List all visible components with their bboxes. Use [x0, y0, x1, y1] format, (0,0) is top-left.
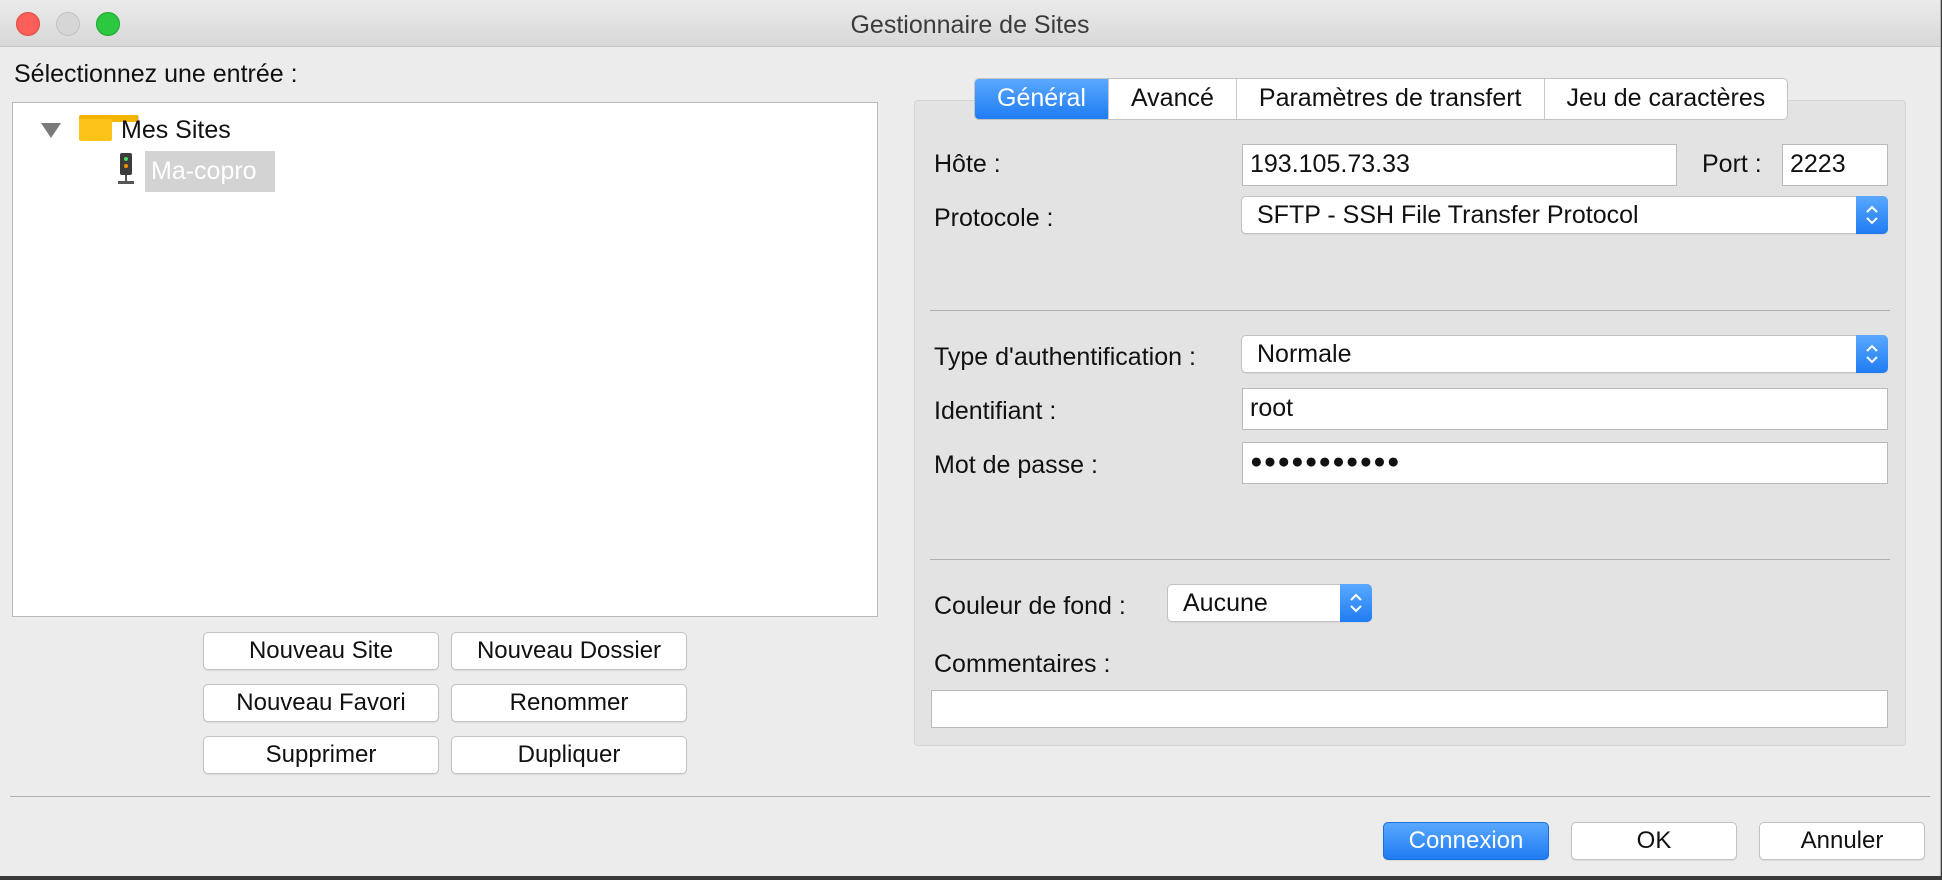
ok-button[interactable]: OK — [1571, 822, 1737, 860]
delete-button[interactable]: Supprimer — [203, 736, 439, 774]
new-site-button[interactable]: Nouveau Site — [203, 632, 439, 670]
chevron-updown-icon — [1856, 335, 1888, 373]
password-label: Mot de passe : — [934, 451, 1098, 479]
server-icon — [116, 153, 136, 185]
tab-charset[interactable]: Jeu de caractères — [1545, 79, 1788, 119]
chevron-updown-icon — [1856, 196, 1888, 234]
connect-button[interactable]: Connexion — [1383, 822, 1549, 860]
duplicate-button[interactable]: Dupliquer — [451, 736, 687, 774]
select-entry-label: Sélectionnez une entrée : — [14, 60, 298, 88]
username-input[interactable]: root — [1242, 388, 1888, 430]
separator — [930, 310, 1890, 311]
protocol-value: SFTP - SSH File Transfer Protocol — [1257, 201, 1639, 229]
comments-label: Commentaires : — [934, 650, 1111, 678]
auth-type-select[interactable]: Normale — [1241, 335, 1888, 373]
background-color-label: Couleur de fond : — [934, 592, 1126, 620]
background-color-select[interactable]: Aucune — [1167, 584, 1372, 622]
window-title: Gestionnaire de Sites — [850, 11, 1090, 39]
username-label: Identifiant : — [934, 397, 1057, 425]
auth-type-label: Type d'authentification : — [934, 343, 1196, 371]
footer-separator — [10, 796, 1930, 797]
port-input[interactable]: 2223 — [1782, 144, 1888, 186]
protocol-label: Protocole : — [934, 204, 1054, 232]
port-label: Port : — [1702, 150, 1762, 178]
chevron-updown-icon — [1340, 584, 1372, 622]
tab-bar: Général Avancé Paramètres de transfert J… — [974, 78, 1789, 120]
separator — [930, 559, 1890, 560]
tab-advanced[interactable]: Avancé — [1109, 79, 1237, 119]
host-input[interactable]: 193.105.73.33 — [1242, 144, 1677, 186]
folder-icon — [79, 115, 139, 141]
new-folder-button[interactable]: Nouveau Dossier — [451, 632, 687, 670]
disclosure-triangle-icon[interactable] — [41, 123, 61, 138]
tree-site-ma-copro[interactable]: Ma-copro — [145, 151, 275, 192]
comments-input[interactable] — [931, 690, 1888, 728]
new-bookmark-button[interactable]: Nouveau Favori — [203, 684, 439, 722]
tab-general[interactable]: Général — [975, 79, 1109, 119]
cancel-button[interactable]: Annuler — [1759, 822, 1925, 860]
protocol-select[interactable]: SFTP - SSH File Transfer Protocol — [1241, 196, 1888, 234]
site-tree[interactable]: Mes Sites Ma-copro — [12, 102, 878, 617]
site-manager-window: Gestionnaire de Sites Sélectionnez une e… — [0, 0, 1941, 876]
auth-type-value: Normale — [1257, 340, 1352, 368]
tree-folder-mes-sites[interactable]: Mes Sites — [121, 116, 231, 145]
background-color-value: Aucune — [1183, 589, 1268, 617]
password-input[interactable]: ●●●●●●●●●●● — [1242, 442, 1888, 484]
title-bar[interactable]: Gestionnaire de Sites — [0, 0, 1940, 47]
tab-transfer-settings[interactable]: Paramètres de transfert — [1237, 79, 1545, 119]
rename-button[interactable]: Renommer — [451, 684, 687, 722]
host-label: Hôte : — [934, 150, 1001, 178]
